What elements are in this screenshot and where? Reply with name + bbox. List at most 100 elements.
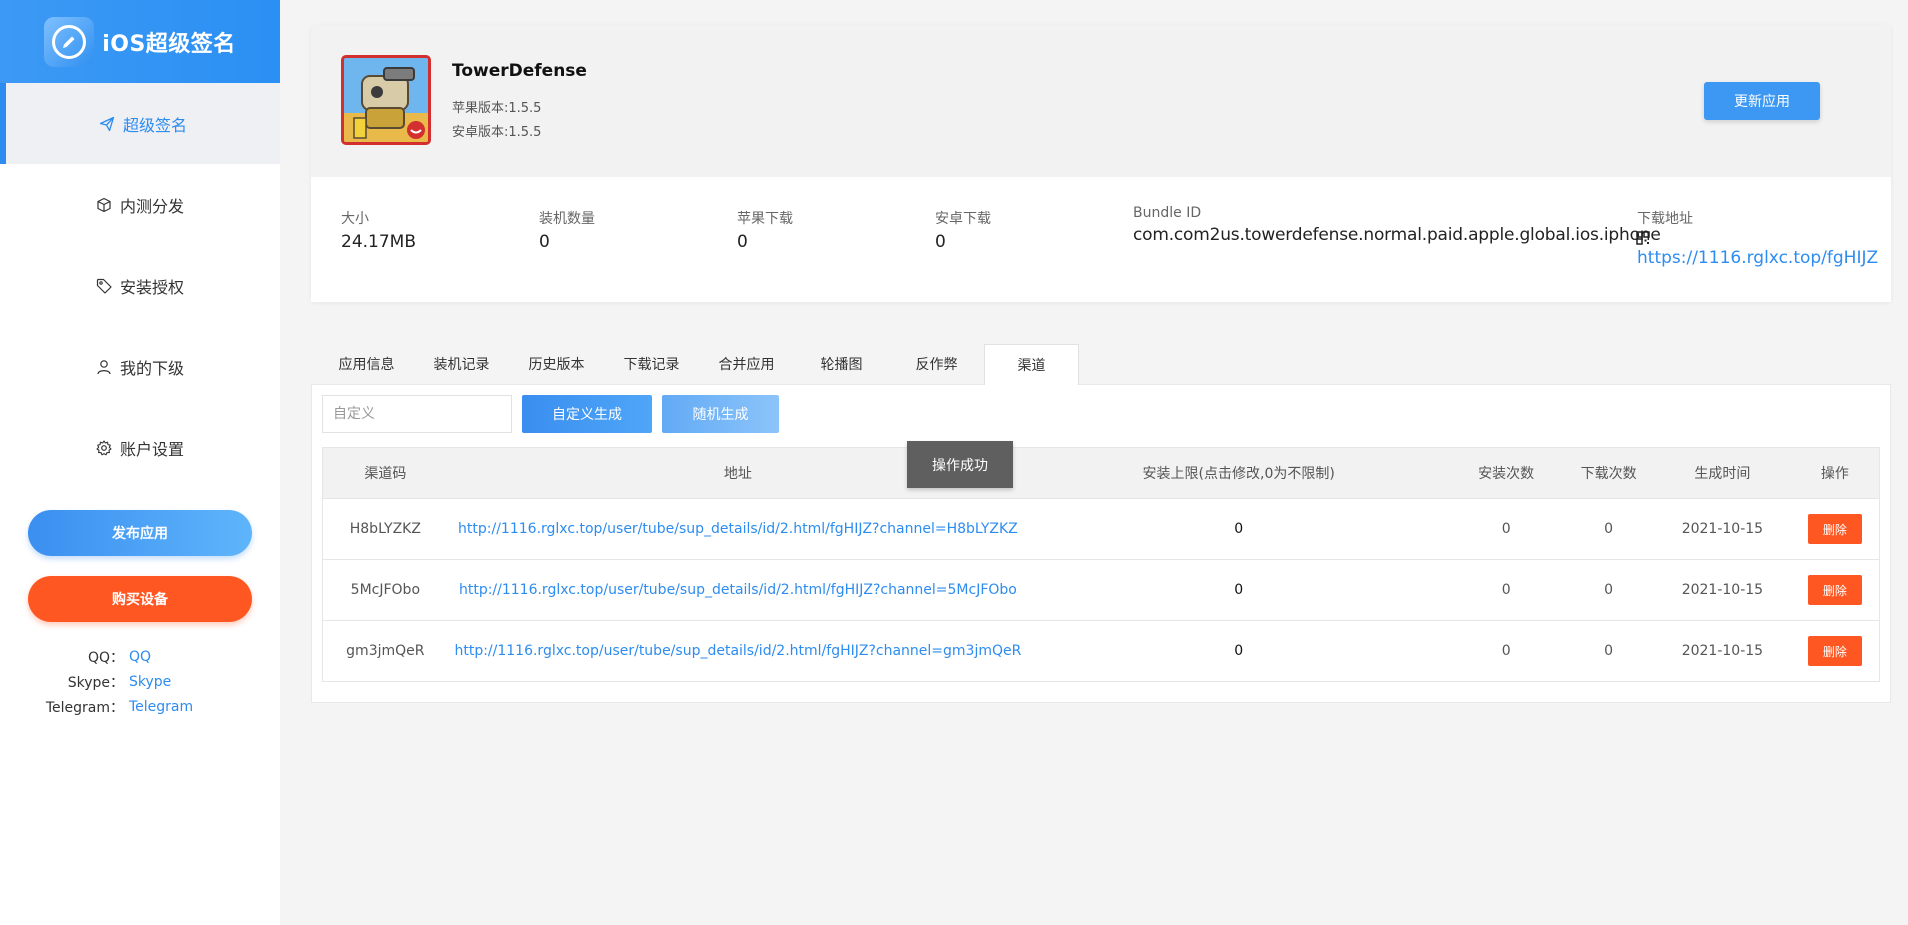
- download-count: 0: [1563, 559, 1655, 621]
- channel-code: H8bLYZKZ: [321, 498, 448, 560]
- contact-skype: Skype： Skype: [0, 669, 280, 694]
- stat-value: 0: [539, 232, 550, 252]
- stat-label: 装机数量: [539, 211, 595, 227]
- delete-button[interactable]: 删除: [1807, 636, 1862, 666]
- column-header: 安装上限(点击修改,0为不限制): [1028, 447, 1450, 499]
- app-info-card: TowerDefense 苹果版本:1.5.5 安卓版本:1.5.5 更新应用 …: [311, 25, 1891, 302]
- paper-plane-icon: [99, 116, 115, 131]
- sidebar-item-label: 我的下级: [119, 358, 184, 378]
- sidebar-item-account-settings[interactable]: 账户设置: [0, 407, 280, 488]
- contact-telegram: Telegram： Telegram: [0, 694, 280, 719]
- detail-tabs-section: 应用信息 装机记录 历史版本 下载记录 合并应用 轮播图 反作弊 渠道 自定义生…: [311, 343, 1891, 703]
- user-icon: [97, 359, 111, 374]
- delete-button[interactable]: 删除: [1807, 514, 1862, 544]
- download-count: 0: [1563, 620, 1655, 682]
- channel-url-link[interactable]: http://1116.rglxc.top/user/tube/sup_deta…: [447, 559, 1029, 621]
- sidebar-nav: 超级签名 内测分发 安装授权 我的下级 账户设置: [0, 83, 280, 488]
- channel-panel: 自定义生成 随机生成 操作成功 渠道码 地址 安装上限(点击修改,0为不限制) …: [311, 384, 1891, 703]
- stat-bundle-id: Bundle ID com.com2us.towerdefense.normal…: [1133, 205, 1661, 245]
- table-row: 5McJFObo http://1116.rglxc.top/user/tube…: [321, 559, 1880, 621]
- sidebar-item-install-auth[interactable]: 安装授权: [0, 245, 280, 326]
- stat-label: 安卓下载: [935, 211, 991, 227]
- sidebar-item-label: 内测分发: [119, 196, 184, 216]
- gear-icon: [96, 439, 112, 455]
- tab-anti-cheat[interactable]: 反作弊: [889, 343, 984, 384]
- pencil-logo-icon: [44, 16, 95, 67]
- tab-merge-apps[interactable]: 合并应用: [699, 343, 794, 384]
- app-icon: [341, 55, 431, 145]
- brand-title: iOS超级签名: [102, 31, 236, 57]
- sidebar-item-label: 安装授权: [119, 277, 184, 297]
- stat-label: 下载地址: [1637, 211, 1693, 227]
- download-url-link[interactable]: https://1116.rglxc.top/fgHIJZ: [1637, 248, 1878, 268]
- tag-icon: [96, 278, 112, 294]
- created-date: 2021-10-15: [1654, 498, 1791, 560]
- stat-android-downloads: 安卓下载 0: [935, 208, 991, 252]
- stat-installs: 装机数量 0: [539, 208, 595, 252]
- brand-logo[interactable]: iOS超级签名: [0, 0, 280, 83]
- channel-url-link[interactable]: http://1116.rglxc.top/user/tube/sup_deta…: [447, 498, 1029, 560]
- tab-carousel[interactable]: 轮播图: [794, 343, 889, 384]
- column-header: 生成时间: [1654, 447, 1791, 499]
- contact-qq: QQ： QQ: [0, 644, 280, 669]
- download-count: 0: [1563, 498, 1655, 560]
- install-count: 0: [1449, 620, 1564, 682]
- sidebar-item-my-subordinates[interactable]: 我的下级: [0, 326, 280, 407]
- custom-generate-button[interactable]: 自定义生成: [522, 395, 652, 433]
- channel-table: 渠道码 地址 安装上限(点击修改,0为不限制) 安装次数 下载次数 生成时间 操…: [321, 447, 1880, 682]
- channel-code: gm3jmQeR: [321, 620, 448, 682]
- column-header: 渠道码: [321, 447, 448, 499]
- install-limit-cell[interactable]: 0: [1028, 498, 1450, 560]
- tab-bar: 应用信息 装机记录 历史版本 下载记录 合并应用 轮播图 反作弊 渠道: [311, 343, 1891, 385]
- stat-label: 苹果下载: [737, 211, 793, 227]
- tab-channels[interactable]: 渠道: [984, 344, 1079, 385]
- contact-label: Telegram：: [45, 699, 124, 716]
- created-date: 2021-10-15: [1654, 620, 1791, 682]
- tab-download-records[interactable]: 下载记录: [604, 343, 699, 384]
- buy-device-button[interactable]: 购买设备: [28, 576, 252, 622]
- table-row: gm3jmQeR http://1116.rglxc.top/user/tube…: [321, 620, 1880, 682]
- success-toast: 操作成功: [907, 441, 1013, 488]
- telegram-link[interactable]: Telegram: [124, 699, 193, 715]
- box-icon: [97, 197, 111, 212]
- stat-label: 大小: [341, 211, 369, 227]
- actions-cell: 删除: [1790, 498, 1880, 560]
- tab-app-info[interactable]: 应用信息: [319, 343, 414, 384]
- stat-download-url: 下载地址 https://1116.rglxc.top/fgHIJZ: [1636, 208, 1878, 268]
- contact-label: QQ：: [87, 649, 124, 666]
- delete-button[interactable]: 删除: [1807, 575, 1862, 605]
- android-version: 安卓版本:1.5.5: [452, 125, 542, 140]
- qrcode-icon[interactable]: [1636, 231, 1650, 245]
- channel-url-link[interactable]: http://1116.rglxc.top/user/tube/sup_deta…: [447, 620, 1029, 682]
- tab-history-versions[interactable]: 历史版本: [509, 343, 604, 384]
- contact-list: QQ： QQ Skype： Skype Telegram： Telegram: [0, 644, 280, 719]
- sidebar-item-label: 账户设置: [119, 439, 184, 459]
- app-header: TowerDefense 苹果版本:1.5.5 安卓版本:1.5.5 更新应用: [311, 25, 1891, 177]
- stat-size: 大小 24.17MB: [341, 208, 416, 252]
- ios-version: 苹果版本:1.5.5: [452, 101, 542, 116]
- tab-install-records[interactable]: 装机记录: [414, 343, 509, 384]
- sidebar: iOS超级签名 超级签名 内测分发 安装授权 我的下级 账户设置 发布应用 购买…: [0, 0, 280, 925]
- column-header: 下载次数: [1563, 447, 1655, 499]
- stat-value: 0: [935, 232, 946, 252]
- channel-code: 5McJFObo: [321, 559, 448, 621]
- qq-link[interactable]: QQ: [124, 649, 151, 665]
- install-limit-cell[interactable]: 0: [1028, 559, 1450, 621]
- custom-channel-input[interactable]: [322, 395, 512, 433]
- sidebar-item-super-sign[interactable]: 超级签名: [0, 83, 280, 164]
- table-header-row: 渠道码 地址 安装上限(点击修改,0为不限制) 安装次数 下载次数 生成时间 操…: [321, 447, 1880, 499]
- column-header: 安装次数: [1449, 447, 1564, 499]
- stat-label: Bundle ID: [1133, 205, 1202, 221]
- update-app-button[interactable]: 更新应用: [1704, 82, 1820, 120]
- random-generate-button[interactable]: 随机生成: [662, 395, 779, 433]
- sidebar-item-beta-distribution[interactable]: 内测分发: [0, 164, 280, 245]
- publish-app-button[interactable]: 发布应用: [28, 510, 252, 556]
- actions-cell: 删除: [1790, 559, 1880, 621]
- skype-link[interactable]: Skype: [124, 674, 171, 690]
- stat-value: com.com2us.towerdefense.normal.paid.appl…: [1133, 225, 1661, 245]
- install-count: 0: [1449, 498, 1564, 560]
- contact-label: Skype：: [67, 674, 124, 691]
- actions-cell: 删除: [1790, 620, 1880, 682]
- install-limit-cell[interactable]: 0: [1028, 620, 1450, 682]
- stat-value: 0: [737, 232, 748, 252]
